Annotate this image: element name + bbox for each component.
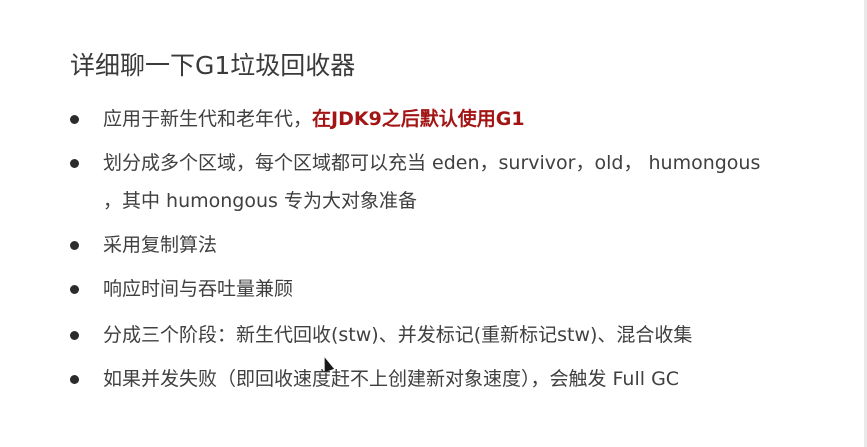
bullet-text-1: 应用于新生代和老年代，在JDK9之后默认使用G1	[103, 100, 525, 138]
bullet-text-4: 响应时间与吞吐量兼顾	[103, 278, 294, 300]
bullet-dot-icon	[70, 375, 79, 384]
bullet-text-1-highlight: 在JDK9之后默认使用G1	[312, 108, 525, 130]
bullet-text-1-plain: 应用于新生代和老年代，	[103, 108, 313, 130]
slide: 详细聊一下G1垃圾回收器 应用于新生代和老年代，在JDK9之后默认使用G1 划分…	[0, 0, 867, 447]
bullet-dot-icon	[70, 159, 79, 168]
bullet-text-2-continuation: ，其中 humongous 专为大对象准备	[103, 190, 417, 212]
bullet-text-5: 分成三个阶段：新生代回收(stw)、并发标记(重新标记stw)、混合收集	[103, 324, 693, 346]
slide-title: 详细聊一下G1垃圾回收器	[70, 51, 356, 80]
bullet-text-2: 划分成多个区域，每个区域都可以充当 eden，survivor，old， hum…	[103, 152, 761, 174]
bullet-dot-icon	[70, 241, 79, 250]
bullet-text-3: 采用复制算法	[103, 234, 218, 256]
bullet-text-6: 如果并发失败（即回收速度赶不上创建新对象速度），会触发 Full GC	[103, 368, 680, 390]
bullet-dot-icon	[70, 285, 79, 294]
bullet-dot-icon	[70, 115, 79, 124]
bullet-dot-icon	[70, 331, 79, 340]
